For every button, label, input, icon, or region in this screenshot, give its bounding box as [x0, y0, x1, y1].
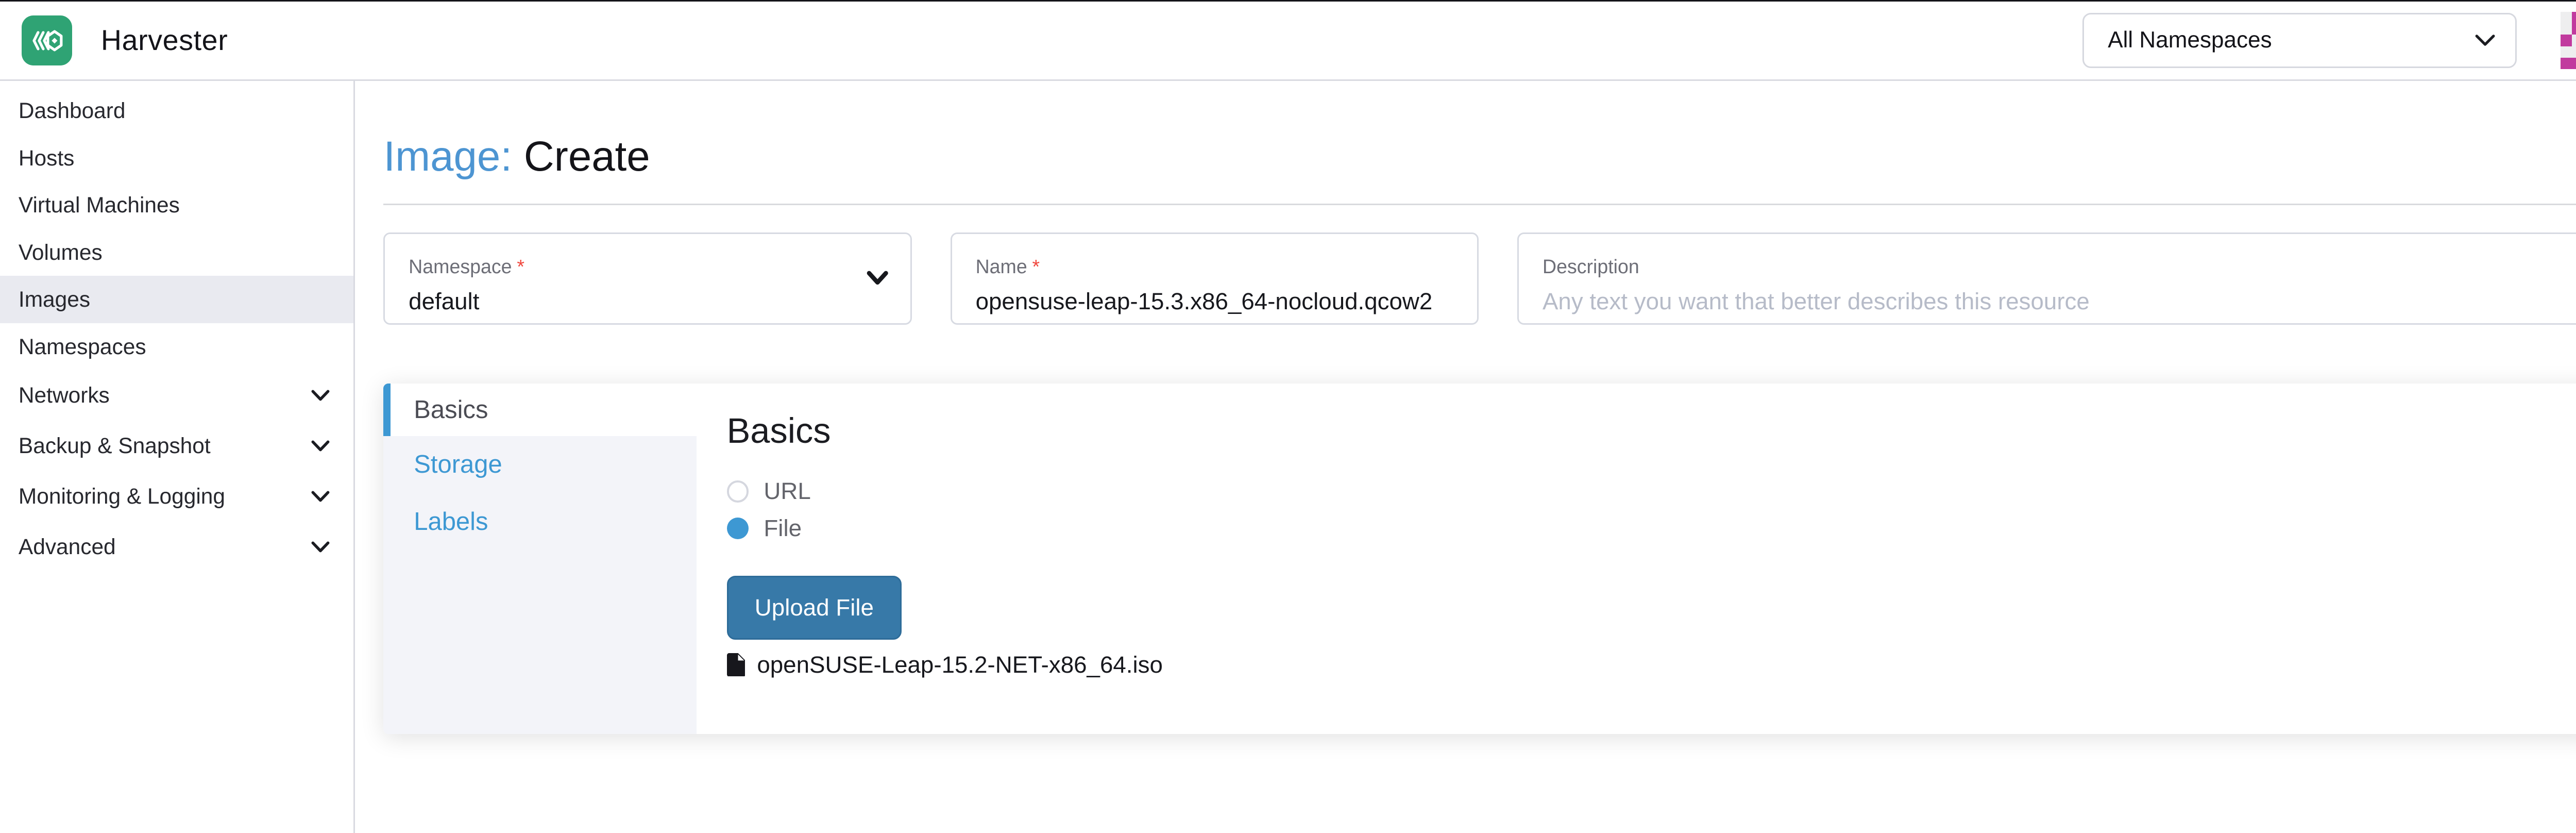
namespace-select[interactable]: Namespace* default — [383, 232, 911, 325]
basics-heading: Basics — [727, 406, 2576, 456]
page-title: Image: Create — [383, 131, 2576, 182]
header: Harvester All Namespaces — [0, 2, 2576, 80]
chevron-down-icon — [311, 541, 330, 553]
chevron-down-icon — [867, 271, 888, 286]
namespace-value: default — [409, 288, 887, 315]
radio-file[interactable]: File — [727, 510, 2576, 547]
description-input[interactable] — [1543, 288, 2576, 315]
radio-file-circle-icon[interactable] — [727, 518, 749, 539]
sidebar: Dashboard Hosts Virtual Machines Volumes… — [0, 81, 355, 833]
main-content: Image: Create Namespace* default Name* D… — [355, 81, 2576, 833]
namespace-filter-dropdown[interactable]: All Namespaces — [2082, 13, 2516, 69]
name-label: Name — [976, 256, 1027, 277]
required-asterisk: * — [517, 256, 524, 277]
namespace-filter-value: All Namespaces — [2108, 27, 2475, 53]
source-type-radio-group: URL File — [727, 473, 2576, 547]
radio-url[interactable]: URL — [727, 473, 2576, 510]
chevron-down-icon — [311, 491, 330, 503]
tab-labels[interactable]: Labels — [383, 493, 696, 551]
side-tabs: Basics Storage Labels — [383, 384, 696, 734]
upload-file-button[interactable]: Upload File — [727, 576, 902, 640]
sidebar-item-hosts[interactable]: Hosts — [0, 135, 353, 181]
sidebar-item-dashboard[interactable]: Dashboard — [0, 88, 353, 135]
sidebar-item-volumes[interactable]: Volumes — [0, 229, 353, 276]
basics-panel: Basics URL File Upload File — [697, 384, 2576, 734]
sidebar-group-networks[interactable]: Networks — [0, 370, 353, 421]
harvester-logo-icon[interactable] — [22, 15, 72, 66]
chevron-down-icon — [2475, 34, 2495, 47]
tab-storage[interactable]: Storage — [383, 436, 696, 493]
radio-file-label: File — [764, 515, 802, 542]
chevron-down-icon — [311, 440, 330, 452]
page-title-action: Create — [524, 133, 650, 180]
user-avatar[interactable] — [2561, 12, 2576, 69]
page-title-resource: Image: — [383, 133, 512, 180]
form-fields-row: Namespace* default Name* Description — [383, 232, 2576, 325]
app-title: Harvester — [101, 24, 228, 57]
namespace-label: Namespace — [409, 256, 512, 277]
sidebar-item-virtual-machines[interactable]: Virtual Machines — [0, 182, 353, 229]
sidebar-group-advanced[interactable]: Advanced — [0, 522, 353, 572]
selected-file-row: openSUSE-Leap-15.2-NET-x86_64.iso — [727, 652, 2576, 678]
sidebar-group-backup-snapshot[interactable]: Backup & Snapshot — [0, 421, 353, 471]
sidebar-group-monitoring-logging[interactable]: Monitoring & Logging — [0, 471, 353, 522]
description-field: Description — [1517, 232, 2576, 325]
selected-file-name: openSUSE-Leap-15.2-NET-x86_64.iso — [757, 652, 1163, 678]
name-field: Name* — [951, 232, 1479, 325]
radio-url-circle-icon[interactable] — [727, 480, 749, 502]
description-label: Description — [1543, 256, 1639, 277]
harvester-app: Harvester All Namespaces Dashboard Hosts… — [0, 0, 2576, 833]
name-input[interactable] — [976, 288, 1454, 315]
radio-url-label: URL — [764, 478, 810, 505]
sidebar-item-namespaces[interactable]: Namespaces — [0, 323, 353, 370]
title-divider — [383, 204, 2576, 205]
sidebar-item-images[interactable]: Images — [0, 276, 353, 323]
file-document-icon — [727, 653, 745, 677]
required-asterisk: * — [1032, 256, 1040, 277]
tab-basics[interactable]: Basics — [383, 384, 696, 436]
chevron-down-icon — [311, 390, 330, 402]
body: Dashboard Hosts Virtual Machines Volumes… — [0, 81, 2576, 833]
image-create-card: Basics Storage Labels Basics URL File — [383, 384, 2576, 734]
